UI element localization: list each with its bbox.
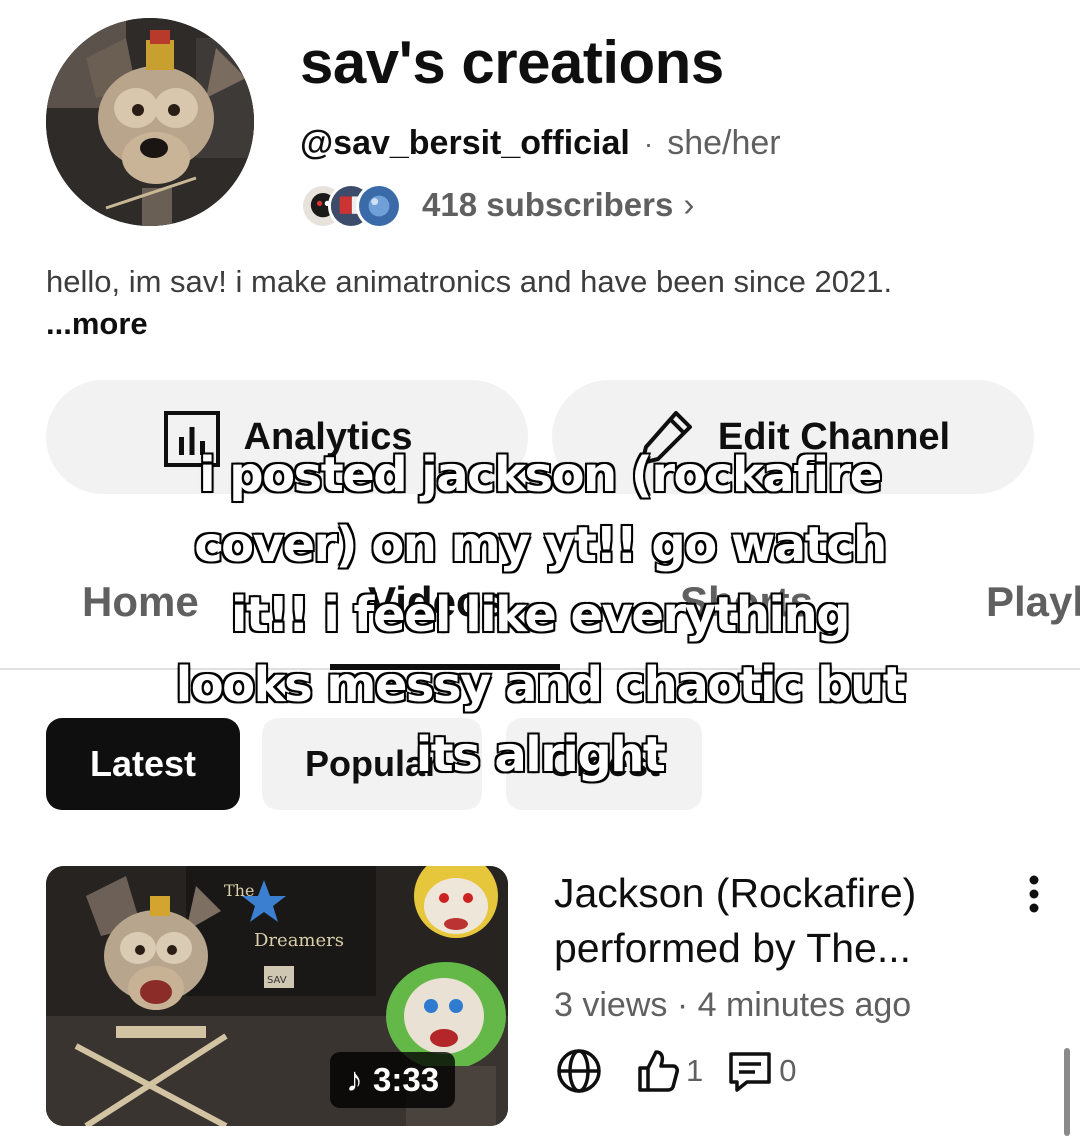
subscriber-avatars — [300, 181, 410, 229]
comment-icon[interactable] — [725, 1046, 775, 1096]
music-note-icon: ♪ — [346, 1060, 363, 1099]
channel-handle: @sav_bersit_official — [300, 124, 630, 162]
subscriber-avatar — [356, 183, 402, 229]
thumbs-up-icon[interactable] — [632, 1046, 682, 1096]
separator-dot: · — [676, 986, 689, 1024]
handle-row: @sav_bersit_official · she/her — [300, 124, 781, 163]
channel-bio: hello, im sav! i make animatronics and h… — [46, 264, 893, 299]
avatar-image — [46, 18, 254, 226]
subscriber-count: 418 subscribers — [422, 186, 674, 223]
thumbnail-sign-tag: SAV — [267, 975, 287, 986]
thumbnail-sign-top: The — [224, 881, 254, 900]
separator-dot: · — [643, 127, 654, 159]
video-stats: 1 0 — [554, 1044, 819, 1098]
chevron-right-icon: › — [683, 186, 695, 223]
video-views: 3 views — [554, 986, 668, 1024]
kebab-menu-icon[interactable] — [1014, 872, 1054, 916]
overlay-caption: i posted jackson (rockafire cover) on my… — [175, 446, 907, 785]
video-age: 4 minutes ago — [697, 986, 912, 1024]
video-meta: 3 views · 4 minutes ago — [554, 986, 911, 1025]
like-count: 1 — [686, 1053, 704, 1088]
channel-avatar[interactable] — [46, 18, 254, 226]
bio-more-link[interactable]: ...more — [46, 306, 148, 342]
tab-playlists[interactable]: Playl — [986, 578, 1080, 626]
thumbnail-sign-bottom: Dreamers — [254, 930, 344, 951]
video-title[interactable]: Jackson (Rockafire) performed by The... — [554, 866, 984, 976]
channel-name: sav's creations — [300, 29, 724, 96]
scrollbar[interactable] — [1064, 1048, 1070, 1136]
globe-icon — [554, 1046, 604, 1096]
pronouns: she/her — [667, 124, 781, 162]
subscribers-row[interactable]: 418 subscribers › — [300, 180, 694, 230]
comment-count: 0 — [779, 1053, 797, 1088]
video-duration: 3:33 — [373, 1061, 440, 1098]
video-duration-badge: ♪ 3:33 — [330, 1052, 456, 1108]
